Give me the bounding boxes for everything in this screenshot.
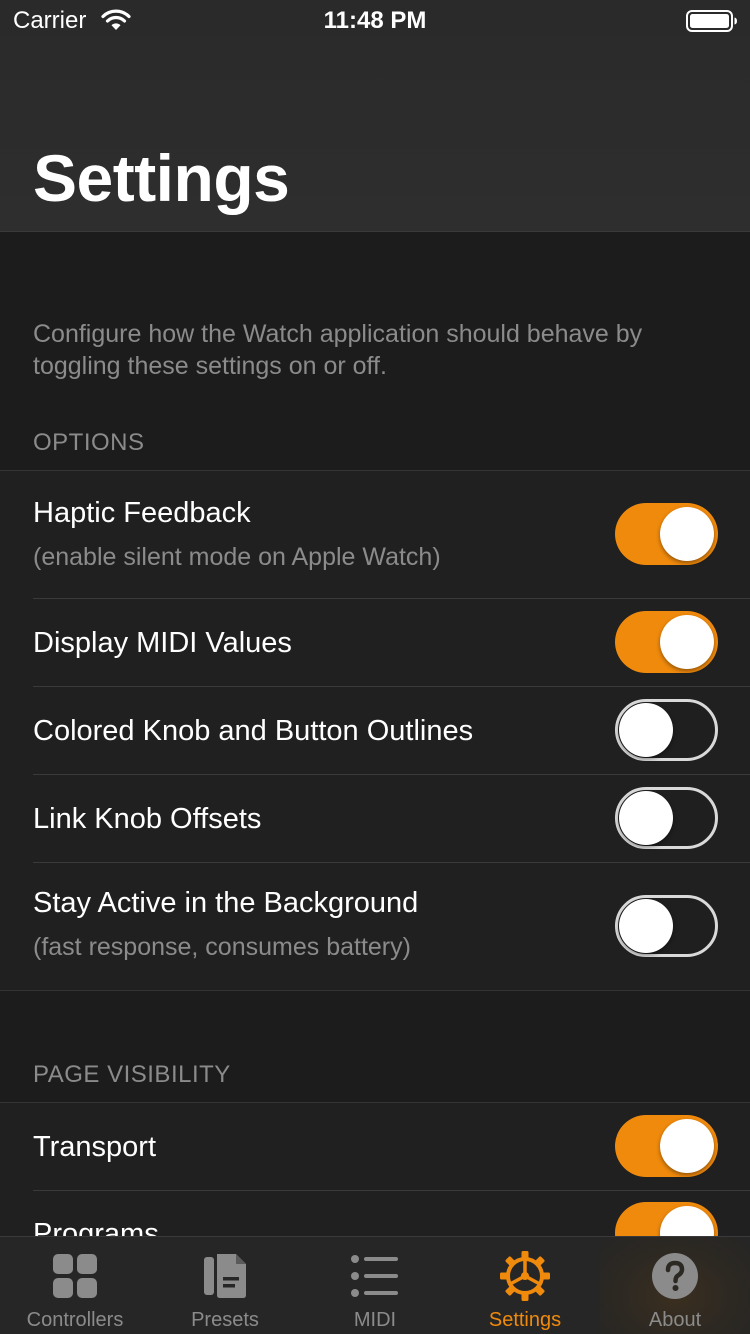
section-header-options: OPTIONS xyxy=(33,429,145,456)
setting-title: Colored Knob and Button Outlines xyxy=(33,715,474,747)
programs-toggle[interactable] xyxy=(615,1202,718,1236)
colored-outlines-toggle[interactable] xyxy=(615,699,718,761)
setting-row-transport[interactable]: Transport xyxy=(0,1103,750,1190)
gear-icon xyxy=(500,1251,550,1301)
tab-presets[interactable]: Presets xyxy=(150,1237,300,1334)
setting-row-link-knob-offsets[interactable]: Link Knob Offsets xyxy=(0,774,750,862)
setting-row-stay-active[interactable]: Stay Active in the Background (fast resp… xyxy=(0,862,750,990)
list-icon xyxy=(351,1255,398,1297)
intro-text: Configure how the Watch application shou… xyxy=(33,320,643,380)
setting-title: Haptic Feedback xyxy=(33,497,251,529)
toggle-knob xyxy=(660,1206,714,1236)
tab-label: Presets xyxy=(191,1309,259,1331)
haptic-feedback-toggle[interactable] xyxy=(615,503,718,565)
display-midi-values-toggle[interactable] xyxy=(615,611,718,673)
tab-midi[interactable]: MIDI xyxy=(300,1237,450,1334)
settings-content[interactable]: Configure how the Watch application shou… xyxy=(0,233,750,1236)
page-title: Settings xyxy=(33,141,290,215)
tab-label: About xyxy=(648,1309,702,1331)
setting-title: Stay Active in the Background xyxy=(33,887,419,919)
setting-title: Programs xyxy=(33,1218,159,1236)
toggle-knob xyxy=(619,703,673,757)
setting-subtitle: (enable silent mode on Apple Watch) xyxy=(33,543,441,571)
options-group: Haptic Feedback (enable silent mode on A… xyxy=(0,470,750,991)
setting-row-colored-outlines[interactable]: Colored Knob and Button Outlines xyxy=(0,686,750,774)
toggle-knob xyxy=(619,899,673,953)
tab-controllers[interactable]: Controllers xyxy=(0,1237,150,1334)
tab-about[interactable]: About xyxy=(600,1237,750,1334)
setting-row-programs[interactable]: Programs xyxy=(0,1190,750,1236)
stay-active-toggle[interactable] xyxy=(615,895,718,957)
toggle-knob xyxy=(660,507,714,561)
link-knob-offsets-toggle[interactable] xyxy=(615,787,718,849)
tab-label: Settings xyxy=(488,1309,562,1331)
tab-label: MIDI xyxy=(353,1309,397,1331)
toggle-knob xyxy=(660,615,714,669)
battery-icon xyxy=(686,10,737,32)
setting-row-display-midi-values[interactable]: Display MIDI Values xyxy=(0,598,750,686)
status-time: 11:48 PM xyxy=(323,7,427,34)
setting-title: Display MIDI Values xyxy=(33,627,292,659)
tab-bar: Controllers Presets MIDI Settings About xyxy=(0,1236,750,1334)
page-visibility-group: Transport Programs xyxy=(0,1102,750,1236)
tab-settings[interactable]: Settings xyxy=(450,1237,600,1334)
question-icon xyxy=(652,1253,698,1299)
setting-subtitle: (fast response, consumes battery) xyxy=(33,933,411,961)
setting-row-haptic-feedback[interactable]: Haptic Feedback (enable silent mode on A… xyxy=(0,471,750,598)
setting-title: Link Knob Offsets xyxy=(33,803,262,835)
setting-title: Transport xyxy=(33,1131,157,1163)
section-header-page-visibility: PAGE VISIBILITY xyxy=(33,1061,231,1088)
tab-label: Controllers xyxy=(26,1309,124,1331)
navigation-header: Carrier 11:48 PM Settings xyxy=(0,0,750,232)
toggle-knob xyxy=(660,1119,714,1173)
document-icon xyxy=(204,1254,246,1298)
transport-toggle[interactable] xyxy=(615,1115,718,1177)
toggle-knob xyxy=(619,791,673,845)
grid-icon xyxy=(53,1254,97,1298)
status-bar: Carrier 11:48 PM xyxy=(0,0,750,40)
